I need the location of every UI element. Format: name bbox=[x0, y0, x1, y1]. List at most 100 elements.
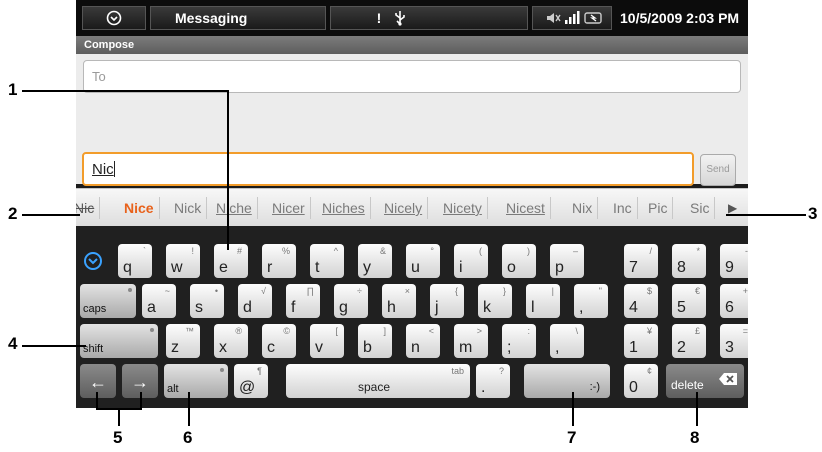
keyboard-settings-icon[interactable] bbox=[82, 250, 104, 272]
key-alt-char: % bbox=[281, 246, 290, 256]
key-alt-char: ^ bbox=[333, 246, 338, 256]
key-alt-char: / bbox=[649, 246, 652, 256]
key-b[interactable]: b] bbox=[358, 324, 392, 358]
key-z[interactable]: z ™ bbox=[166, 324, 200, 358]
suggestion-item[interactable]: Nicer bbox=[272, 189, 311, 227]
to-field[interactable]: To bbox=[83, 60, 741, 93]
suggestion-item[interactable]: Nicest bbox=[506, 189, 551, 227]
key-char: y bbox=[363, 259, 371, 276]
suggestion-item[interactable]: Niche bbox=[216, 189, 258, 227]
key-7[interactable]: 7/ bbox=[624, 244, 658, 278]
key-8[interactable]: 8 * bbox=[672, 244, 706, 278]
key-q[interactable]: q ` bbox=[118, 244, 152, 278]
key-char: @ bbox=[239, 379, 256, 396]
space-key[interactable]: space tab bbox=[286, 364, 470, 398]
key-o[interactable]: o) bbox=[502, 244, 536, 278]
notification-dropdown-button[interactable] bbox=[82, 6, 146, 30]
suggestion-item[interactable]: Nice bbox=[124, 189, 160, 227]
key-m[interactable]: m > bbox=[454, 324, 488, 358]
key-c[interactable]: c © bbox=[262, 324, 296, 358]
shift-key[interactable]: shift bbox=[80, 324, 158, 358]
suggestion-item[interactable]: Sic bbox=[690, 189, 717, 227]
suggestion-item[interactable]: Niches bbox=[322, 189, 371, 227]
key-,[interactable]: , " bbox=[574, 284, 608, 318]
key-l[interactable]: l | bbox=[526, 284, 560, 318]
callout-8-leader bbox=[696, 392, 698, 426]
key-6[interactable]: 6 + bbox=[720, 284, 748, 318]
key-h[interactable]: h × bbox=[382, 284, 416, 318]
more-suggestions-arrow-icon[interactable]: ▶ bbox=[728, 189, 737, 227]
key-u[interactable]: u ° bbox=[406, 244, 440, 278]
key-3[interactable]: 3 = bbox=[720, 324, 748, 358]
suggestion-item[interactable]: Nicely bbox=[384, 189, 429, 227]
key-g[interactable]: g ÷ bbox=[334, 284, 368, 318]
key-x[interactable]: x ® bbox=[214, 324, 248, 358]
key-,[interactable]: , \ bbox=[550, 324, 584, 358]
usb-icon bbox=[395, 11, 405, 26]
delete-label: delete bbox=[671, 378, 704, 392]
key-d[interactable]: d √ bbox=[238, 284, 272, 318]
key-k[interactable]: k} bbox=[478, 284, 512, 318]
key-alt-char: > bbox=[476, 326, 482, 336]
key-y[interactable]: y & bbox=[358, 244, 392, 278]
suggestion-item[interactable]: Nicety bbox=[443, 189, 488, 227]
key-1[interactable]: 1 ¥ bbox=[624, 324, 658, 358]
suggestion-item[interactable]: Inc bbox=[613, 189, 638, 227]
key-char: 9 bbox=[725, 259, 734, 276]
at-key[interactable]: @ ¶ bbox=[234, 364, 268, 398]
key-char: ; bbox=[507, 339, 512, 356]
suggestion-item[interactable]: Nic bbox=[76, 189, 101, 227]
key-f[interactable]: f ∏ bbox=[286, 284, 320, 318]
key-char: 3 bbox=[725, 339, 734, 356]
key-r[interactable]: r% bbox=[262, 244, 296, 278]
key-p[interactable]: p – bbox=[550, 244, 584, 278]
suggestion-item[interactable]: Nick bbox=[174, 189, 208, 227]
notification-area[interactable]: ! bbox=[330, 6, 528, 30]
key-2[interactable]: 2 £ bbox=[672, 324, 706, 358]
key-alt-char: € bbox=[694, 286, 700, 296]
key-char: 4 bbox=[629, 299, 638, 316]
status-bar: Messaging ! 10/5/2009 2:03 PM bbox=[76, 0, 748, 36]
phone-screen: Messaging ! 10/5/2009 2:03 PM Compose To… bbox=[76, 0, 748, 408]
key-n[interactable]: n < bbox=[406, 324, 440, 358]
key-e[interactable]: e # bbox=[214, 244, 248, 278]
key-a[interactable]: a ~ bbox=[142, 284, 176, 318]
key-;[interactable]: ;: bbox=[502, 324, 536, 358]
send-button[interactable]: Send bbox=[700, 154, 736, 186]
right-arrow-icon: → bbox=[131, 372, 149, 392]
backspace-icon bbox=[718, 372, 738, 390]
key-alt-char: • bbox=[214, 286, 218, 296]
message-input[interactable]: Nic bbox=[82, 152, 694, 186]
key-t[interactable]: t ^ bbox=[310, 244, 344, 278]
chevron-down-circle-icon bbox=[106, 10, 122, 26]
callout-1-leader-vertical bbox=[227, 90, 229, 250]
key-5[interactable]: 5 € bbox=[672, 284, 706, 318]
delete-key[interactable]: delete bbox=[666, 364, 744, 398]
key-v[interactable]: v[ bbox=[310, 324, 344, 358]
key-s[interactable]: s • bbox=[190, 284, 224, 318]
callout-2-leader bbox=[22, 214, 80, 216]
key-9[interactable]: 9- bbox=[720, 244, 748, 278]
alt-key[interactable]: alt bbox=[164, 364, 228, 398]
key-alt-char: + bbox=[742, 286, 748, 296]
key-char: h bbox=[387, 299, 396, 316]
callout-2: 2 bbox=[8, 204, 18, 223]
key-w[interactable]: w! bbox=[166, 244, 200, 278]
key-char: q bbox=[123, 259, 132, 276]
period-key[interactable]: .? bbox=[476, 364, 510, 398]
key-j[interactable]: j{ bbox=[430, 284, 464, 318]
suggestion-item[interactable]: Pic bbox=[648, 189, 675, 227]
app-title: Messaging bbox=[150, 6, 326, 30]
key-alt-char: ~ bbox=[164, 286, 170, 296]
alt-label: alt bbox=[167, 383, 179, 395]
key-0[interactable]: 0 ¢ bbox=[624, 364, 658, 398]
callout-8: 8 bbox=[690, 428, 700, 447]
key-4[interactable]: 4 $ bbox=[624, 284, 658, 318]
caps-key[interactable]: caps bbox=[80, 284, 136, 318]
suggestion-item[interactable]: Nix bbox=[572, 189, 599, 227]
left-arrow-key[interactable]: ← bbox=[80, 364, 116, 398]
tab-label: tab bbox=[451, 366, 464, 376]
callout-4: 4 bbox=[8, 334, 18, 353]
smiley-key[interactable]: :-) bbox=[524, 364, 610, 398]
key-i[interactable]: i( bbox=[454, 244, 488, 278]
